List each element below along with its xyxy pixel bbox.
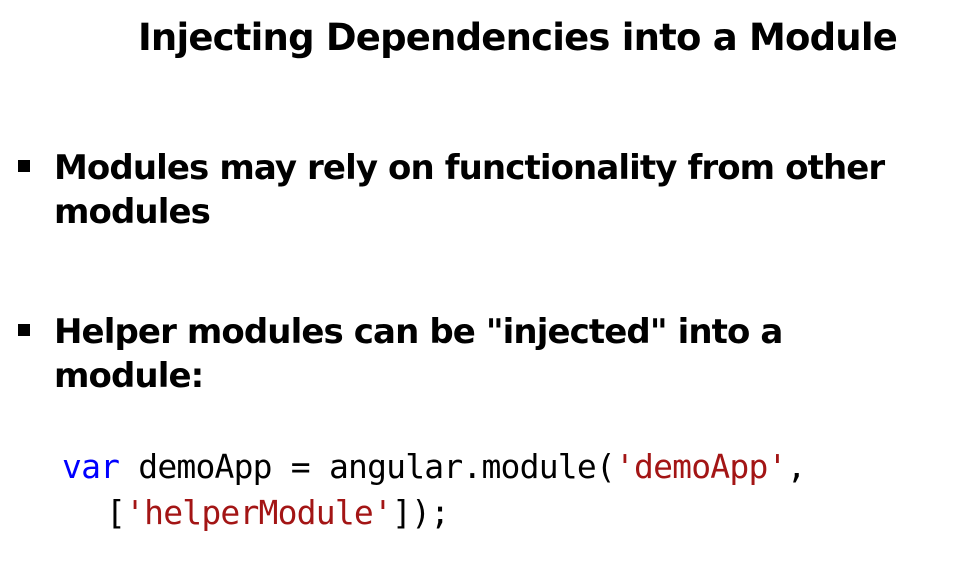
code-line-2: ['helperModule']);: [62, 490, 806, 536]
code-text: ,: [786, 447, 807, 486]
bullet-square-icon: [18, 160, 30, 172]
slide-title: Injecting Dependencies into a Module: [137, 16, 898, 59]
bullet-text: Modules may rely on functionality from o…: [54, 148, 885, 232]
code-block: var demoApp = angular.module('demoApp',[…: [62, 444, 806, 536]
code-line-1: var demoApp = angular.module('demoApp',: [62, 444, 806, 490]
bullet-text: Helper modules can be "injected" into a …: [54, 312, 783, 396]
code-text: [: [106, 493, 126, 532]
code-keyword: var: [62, 447, 120, 486]
code-string: 'helperModule': [125, 493, 393, 532]
code-string: 'demoApp': [614, 447, 787, 486]
code-text: demoApp = angular.module(: [119, 447, 616, 486]
bullet-square-icon: [18, 324, 30, 336]
code-text: ]);: [392, 493, 450, 532]
slide: Injecting Dependencies into a Module Mod…: [0, 0, 967, 579]
